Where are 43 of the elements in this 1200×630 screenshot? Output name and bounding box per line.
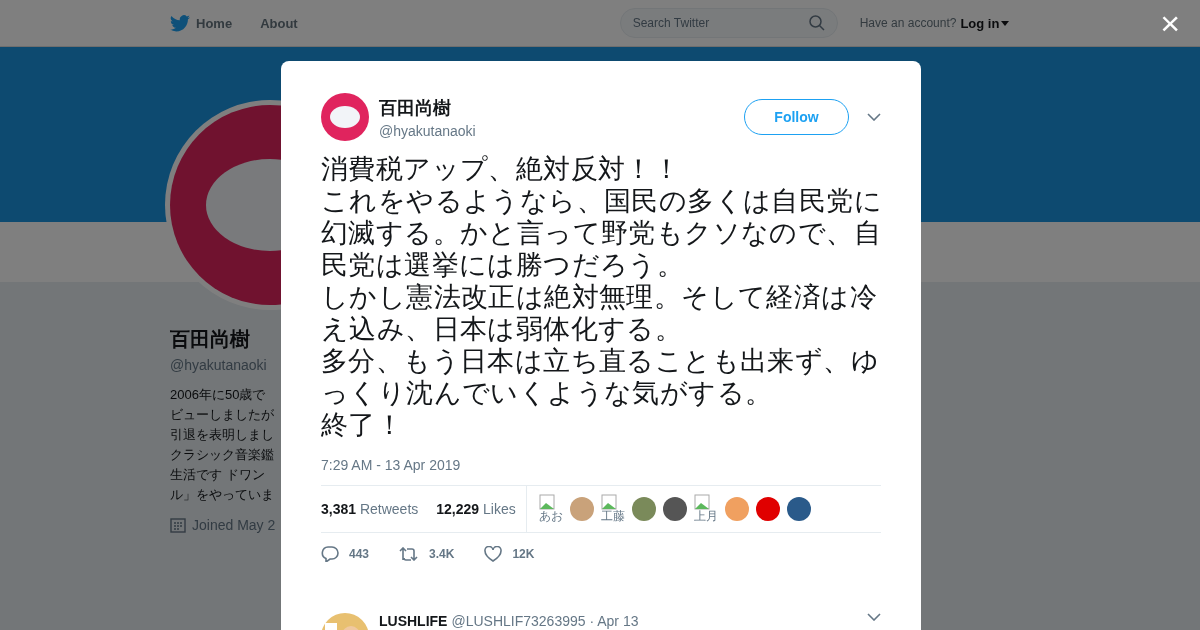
reply-button[interactable]: 443 — [321, 546, 370, 562]
profile-name: 百田尚樹 — [170, 327, 251, 352]
bird-icon — [170, 14, 190, 32]
heart-icon — [484, 546, 503, 562]
bio-line: ル」をやっていま — [170, 486, 275, 504]
joined-date: Joined May 2 — [192, 517, 276, 533]
nav-link[interactable]: About — [260, 15, 298, 31]
caret-icon — [1001, 20, 1010, 26]
reply-meta[interactable]: @LUSHLIF73263995 · Apr 13 — [451, 613, 849, 629]
author-handle[interactable]: @hyakutanaoki — [379, 122, 744, 139]
broken-image[interactable]: あお — [538, 494, 563, 524]
broken-image[interactable]: 上月 — [693, 494, 718, 524]
stat-count[interactable]: 12,229 Likes — [436, 501, 516, 517]
bio-line: 生活です ドワン — [170, 466, 266, 484]
bio-line: 2006年に50歳で — [170, 386, 267, 404]
nav-link[interactable]: Home — [170, 14, 233, 32]
profile-handle: @hyakutanaoki — [170, 357, 268, 373]
author-name[interactable]: 百田尚樹 — [379, 95, 744, 120]
bio-line: ビューしましたが — [170, 406, 275, 424]
tweet-timestamp[interactable]: 7:29 AM - 13 Apr 2019 — [321, 457, 881, 473]
search-icon — [808, 15, 825, 31]
retweet-icon — [399, 547, 420, 561]
account-prompt: Have an account? — [859, 16, 957, 30]
tweet-paragraph: 消費税アップ、絶対反対！！ — [321, 153, 682, 185]
close-button[interactable]: × — [1160, 6, 1180, 40]
stat-count[interactable]: 3,381 Retweets — [321, 501, 419, 517]
tweet-paragraph: しかし憲法改正は絶対無理。そして経済は冷え込み、日本は弱体化する。 — [321, 281, 878, 345]
tweet-paragraph: これをやるようなら、国民の多くは自民党に幻滅する。かと言って野党もクソなので、自民党は選挙には勝つだろう。 — [321, 185, 883, 281]
retweet-button[interactable]: 3.4K — [399, 547, 455, 561]
chevron-down-icon[interactable] — [867, 113, 881, 121]
broken-image[interactable]: 工藤 — [600, 494, 625, 524]
like-button[interactable]: 12K — [484, 546, 535, 562]
login-link[interactable]: Log in — [960, 15, 1010, 31]
follow-button[interactable]: Follow — [744, 99, 849, 135]
calendar-icon — [170, 517, 186, 533]
bio-line: クラシック音楽鑑 — [170, 446, 275, 464]
chevron-down-icon[interactable] — [867, 613, 881, 621]
reply-author-name[interactable]: LUSHLIFE — [379, 613, 448, 629]
search-field[interactable]: Search Twitter — [619, 8, 838, 38]
tweet-paragraph: 多分、もう日本は立ち直ることも出来ず、ゆっくり沈んでいくような気がする。 — [321, 345, 880, 409]
reply-icon — [321, 546, 339, 562]
tweet-paragraph: 終了！ — [321, 409, 405, 441]
bio-line: 引退を表明しまし — [170, 426, 275, 444]
